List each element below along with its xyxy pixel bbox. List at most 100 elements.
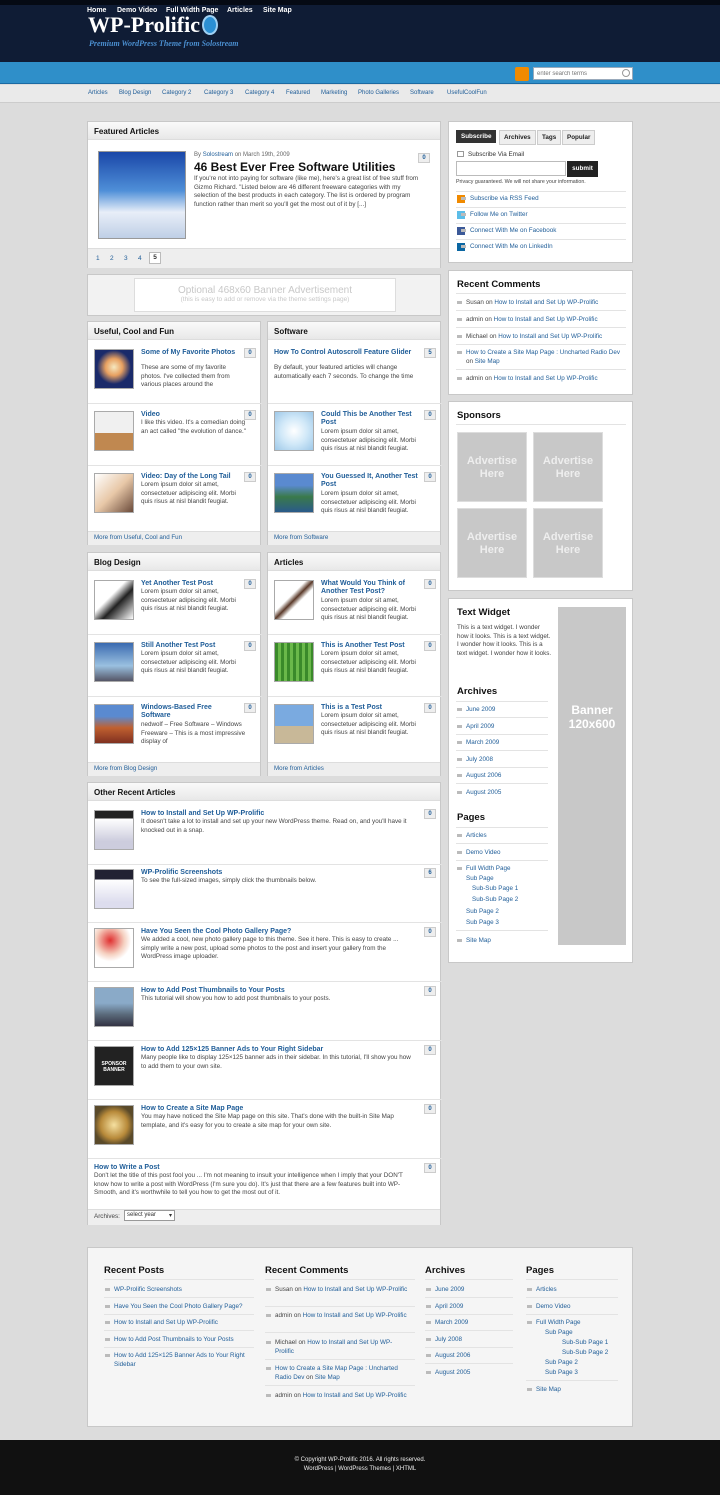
post-thumbnail[interactable] <box>274 473 314 513</box>
more-link[interactable]: More from Useful, Cool and Fun <box>94 534 182 541</box>
comment-post-link[interactable]: How to Install and Set Up WP-Prolific <box>303 1392 407 1399</box>
comment-count[interactable]: 6 <box>424 868 436 878</box>
sponsor-banner-thumbnail[interactable]: SPONSOR BANNER <box>94 1046 134 1086</box>
comment-author[interactable]: How to Create a Site Map Page : Uncharte… <box>466 349 620 356</box>
comment-post-link[interactable]: How to Install and Set Up WP-Prolific <box>494 375 598 382</box>
comment-post-link[interactable]: How to Install and Set Up WP-Prolific <box>498 333 602 340</box>
nav-demo-video[interactable]: Demo Video <box>117 7 157 14</box>
nav-site-map[interactable]: Site Map <box>263 7 292 14</box>
post-title[interactable]: What Would You Think of Another Test Pos… <box>321 580 421 596</box>
submit-button[interactable]: submit <box>567 161 598 177</box>
archives-select[interactable]: select year ▾ <box>124 1210 175 1221</box>
footer-post-link[interactable]: Have You Seen the Cool Photo Gallery Pag… <box>105 1302 259 1311</box>
comment-count[interactable]: 0 <box>244 641 256 651</box>
ad-slot[interactable]: Advertise Here <box>533 508 603 578</box>
twitter-link[interactable]: Follow Me on Twitter <box>461 210 528 219</box>
tab-tags[interactable]: Tags <box>537 130 562 145</box>
page-3[interactable]: 3 <box>124 255 128 262</box>
page-link[interactable]: Sub-Sub Page 1 <box>562 1339 608 1346</box>
post-title[interactable]: WP-Prolific Screenshots <box>141 869 222 877</box>
page-link[interactable]: Sub Page 3 <box>466 919 499 926</box>
subnav-blog-design[interactable]: Blog Design <box>119 90 151 96</box>
page-link[interactable]: Site Map <box>527 1385 561 1394</box>
search-input[interactable] <box>533 67 633 80</box>
comment-count[interactable]: 0 <box>244 348 256 358</box>
comment-count[interactable]: 0 <box>424 1163 436 1173</box>
comment-count[interactable]: 5 <box>424 348 436 358</box>
page-link[interactable]: Sub-Sub Page 2 <box>562 1349 608 1356</box>
comment-count[interactable]: 0 <box>424 1104 436 1114</box>
comment-count[interactable]: 0 <box>424 641 436 651</box>
post-thumbnail[interactable] <box>94 473 134 513</box>
comment-count[interactable]: 0 <box>244 472 256 482</box>
archive-link[interactable]: March 2009 <box>425 1318 468 1327</box>
featured-thumbnail[interactable] <box>98 151 186 239</box>
email-field[interactable] <box>456 161 566 176</box>
footer-post-link[interactable]: How to Add Post Thumbnails to Your Posts <box>105 1335 254 1344</box>
subnav-featured[interactable]: Featured <box>286 90 310 96</box>
comment-post-link[interactable]: How to Install and Set Up WP-Prolific <box>303 1286 407 1293</box>
archive-link[interactable]: August 2006 <box>456 771 501 780</box>
subnav-software[interactable]: Software <box>410 90 434 96</box>
post-title[interactable]: Some of My Favorite Photos <box>141 349 241 357</box>
post-title[interactable]: How to Install and Set Up WP-Prolific <box>141 810 264 818</box>
ad-slot[interactable]: Advertise Here <box>457 508 527 578</box>
subnav-usefulcoolfun[interactable]: UsefulCoolFun <box>447 90 487 96</box>
comment-post-link[interactable]: How to Install and Set Up WP-Prolific <box>494 299 598 306</box>
post-thumbnail[interactable] <box>94 1105 134 1145</box>
page-5-current[interactable]: 5 <box>149 252 161 264</box>
archive-link[interactable]: June 2009 <box>425 1285 464 1294</box>
banner-120x600[interactable]: Banner 120x600 <box>558 607 626 945</box>
ad-slot[interactable]: Advertise Here <box>457 432 527 502</box>
post-thumbnail[interactable] <box>94 642 134 682</box>
archive-link[interactable]: June 2009 <box>456 705 495 714</box>
nav-full-width-page[interactable]: Full Width Page <box>166 7 218 14</box>
comment-post-link[interactable]: Site Map <box>315 1374 340 1381</box>
comment-count[interactable]: 0 <box>424 472 436 482</box>
page-2[interactable]: 2 <box>110 255 114 262</box>
page-link[interactable]: Full Width Page <box>456 864 510 873</box>
linkedin-link[interactable]: Connect With Me on LinkedIn <box>461 242 553 251</box>
more-link[interactable]: More from Articles <box>274 765 324 772</box>
search-icon[interactable] <box>622 69 630 77</box>
comment-count[interactable]: 0 <box>424 579 436 589</box>
footer-credits[interactable]: WordPress | WordPress Themes | XHTML <box>0 1466 720 1472</box>
post-thumbnail[interactable] <box>94 349 134 389</box>
comment-count[interactable]: 0 <box>424 1045 436 1055</box>
comment-count[interactable]: 0 <box>424 927 436 937</box>
footer-post-link[interactable]: How to Add 125×125 Banner Ads to Your Ri… <box>105 1351 249 1369</box>
comment-post-link[interactable]: Site Map <box>475 358 500 365</box>
archive-link[interactable]: July 2008 <box>457 755 493 764</box>
featured-title[interactable]: 46 Best Ever Free Software Utilities <box>194 160 395 174</box>
post-thumbnail[interactable] <box>94 810 134 850</box>
post-title[interactable]: Video: Day of the Long Tail <box>141 473 246 481</box>
post-thumbnail[interactable] <box>94 987 134 1027</box>
archive-link[interactable]: July 2008 <box>426 1335 462 1344</box>
footer-post-link[interactable]: How to Install and Set Up WP-Prolific <box>105 1318 254 1327</box>
post-title[interactable]: How to Write a Post <box>94 1164 160 1172</box>
post-thumbnail[interactable] <box>94 704 134 744</box>
subnav-category-4[interactable]: Category 4 <box>245 90 274 96</box>
comment-post-link[interactable]: How to Install and Set Up WP-Prolific <box>303 1312 407 1319</box>
site-title[interactable]: WP-Prolific <box>88 12 200 37</box>
subnav-category-2[interactable]: Category 2 <box>162 90 191 96</box>
comment-count[interactable]: 0 <box>424 410 436 420</box>
page-link[interactable]: Sub-Sub Page 2 <box>472 896 518 903</box>
post-thumbnail[interactable] <box>94 580 134 620</box>
facebook-link[interactable]: Connect With Me on Facebook <box>460 226 556 235</box>
archive-link[interactable]: March 2009 <box>456 738 499 747</box>
page-link[interactable]: Site Map <box>457 936 491 945</box>
post-title[interactable]: Still Another Test Post <box>141 642 241 650</box>
archive-link[interactable]: August 2005 <box>425 1368 470 1377</box>
comment-count[interactable]: 0 <box>244 410 256 420</box>
subnav-articles[interactable]: Articles <box>88 90 108 96</box>
more-link[interactable]: More from Software <box>274 534 328 541</box>
featured-author[interactable]: Solostream <box>203 152 233 158</box>
tab-subscribe[interactable]: Subscribe <box>456 130 497 143</box>
comment-count[interactable]: 0 <box>418 153 430 163</box>
page-link[interactable]: Sub Page <box>545 1329 573 1336</box>
subscribe-rss-link[interactable]: Subscribe via RSS Feed <box>461 194 539 203</box>
post-title[interactable]: This is Another Test Post <box>321 642 421 650</box>
more-link[interactable]: More from Blog Design <box>94 765 157 772</box>
archive-link[interactable]: April 2009 <box>425 1302 463 1311</box>
